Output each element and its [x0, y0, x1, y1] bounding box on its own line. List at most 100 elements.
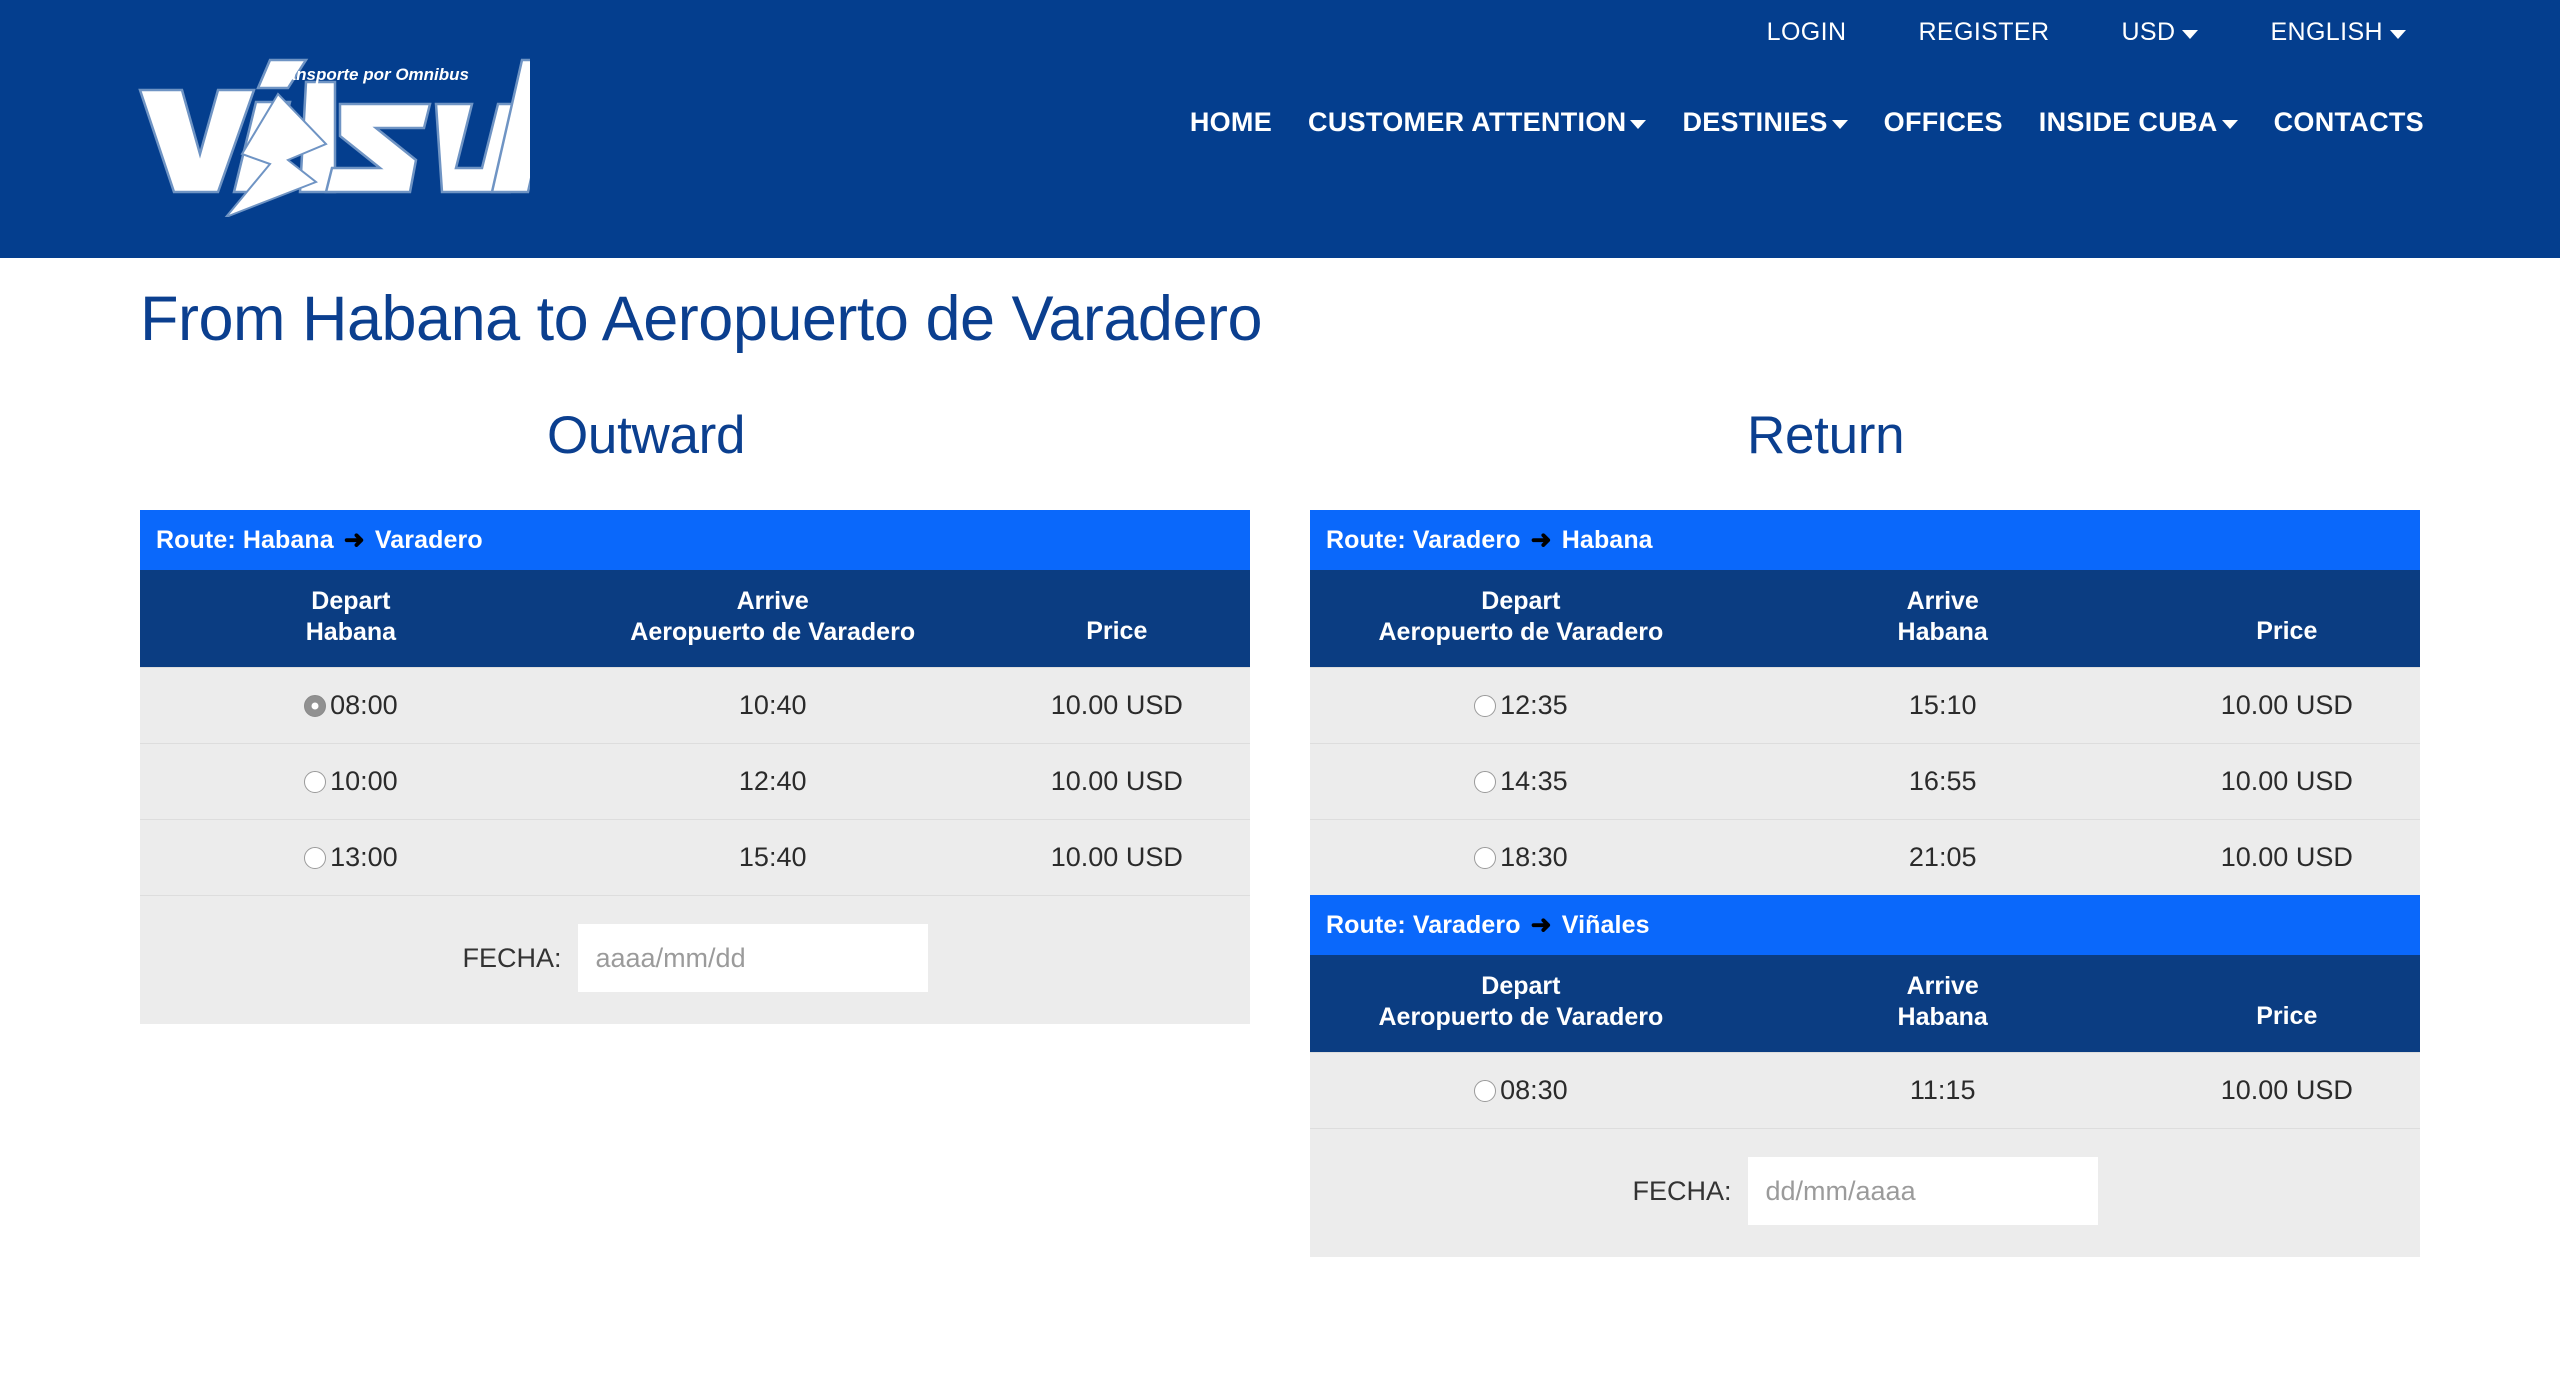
nav-item-inside-cuba[interactable]: INSIDE CUBA — [2021, 95, 2256, 150]
route-destination: Habana — [1561, 526, 1653, 554]
currency-selector[interactable]: USD — [2085, 10, 2234, 55]
column-header-arrive: Arrive Habana — [1731, 955, 2154, 1053]
column-header-arrive-label: Arrive — [1906, 587, 1979, 615]
date-picker-cell: FECHA: — [1310, 1128, 2420, 1257]
column-header-depart-label: Depart — [1481, 587, 1561, 615]
route-bar: Route: Habana ➜ Varadero — [140, 510, 1250, 570]
cell-arrive: 12:40 — [561, 743, 984, 820]
utility-link-register[interactable]: REGISTER — [1882, 10, 2085, 55]
depart-time: 18:30 — [1500, 842, 1568, 872]
cell-depart[interactable]: 10:00 — [140, 743, 562, 820]
language-selector[interactable]: ENGLISH — [2234, 10, 2442, 55]
chevron-down-icon — [1630, 120, 1647, 129]
table-row[interactable]: 18:30 21:05 10.00 USD — [1310, 819, 2420, 895]
site-header: Transporte por Omnibus LOGIN REGISTER US… — [0, 0, 2560, 258]
nav-item-offices[interactable]: OFFICES — [1866, 95, 2021, 150]
outward-date-input[interactable] — [577, 924, 928, 992]
cell-arrive: 21:05 — [1731, 819, 2154, 895]
depart-time: 08:00 — [330, 690, 398, 720]
cell-arrive: 16:55 — [1731, 743, 2154, 820]
return-date-input[interactable] — [1747, 1157, 2098, 1225]
table-row[interactable]: 10:00 12:40 10.00 USD — [140, 743, 1250, 820]
nav-item-home[interactable]: HOME — [1172, 95, 1290, 150]
chevron-down-icon — [2390, 30, 2406, 39]
trip-radio[interactable] — [304, 847, 327, 869]
trip-radio[interactable] — [1474, 695, 1497, 717]
column-header-arrive-label: Arrive — [736, 587, 809, 615]
page-title: From Habana to Aeropuerto de Varadero — [140, 284, 1263, 354]
chevron-down-icon — [2182, 30, 2199, 39]
route-origin: Habana — [242, 526, 334, 554]
column-header-price-label: Price — [1086, 617, 1148, 645]
trip-radio[interactable] — [304, 695, 327, 717]
nav-item-destinies[interactable]: DESTINIES — [1664, 95, 1865, 150]
cell-depart[interactable]: 12:35 — [1310, 667, 1732, 744]
cell-arrive: 10:40 — [561, 667, 984, 744]
route-destination: Varadero — [374, 526, 483, 554]
route-prefix: Route: — [1326, 526, 1406, 554]
column-header-depart-label: Depart — [1481, 972, 1561, 1000]
depart-time: 08:30 — [1500, 1075, 1568, 1105]
outward-schedule-column: Route: Habana ➜ Varadero Depart Habana A… — [140, 510, 1250, 1024]
route-bar-cell: Route: Varadero ➜ Viñales — [1310, 895, 2420, 955]
utility-link-login[interactable]: LOGIN — [1731, 10, 1883, 55]
route-prefix: Route: — [1326, 911, 1406, 939]
outward-heading: Outward — [547, 406, 746, 465]
table-row[interactable]: 14:35 16:55 10.00 USD — [1310, 743, 2420, 820]
trip-radio[interactable] — [1474, 771, 1497, 793]
arrow-right-icon: ➜ — [1530, 526, 1552, 554]
column-header-depart-city: Aeropuerto de Varadero — [1378, 1002, 1664, 1031]
cell-price: 10.00 USD — [983, 743, 1250, 820]
chevron-down-icon — [2221, 120, 2238, 129]
cell-price: 10.00 USD — [2153, 667, 2420, 744]
column-header-arrive: Arrive Habana — [1731, 570, 2154, 668]
cell-depart[interactable]: 18:30 — [1310, 819, 1732, 895]
return-schedule-column: Route: Varadero ➜ Habana Depart Aeropuer… — [1310, 510, 2420, 1257]
viazul-logo[interactable]: Transporte por Omnibus — [130, 42, 530, 217]
route-origin: Varadero — [1412, 911, 1521, 939]
column-header-price-label: Price — [2256, 1002, 2318, 1030]
column-header-depart-label: Depart — [311, 587, 391, 615]
column-header-depart: Depart Aeropuerto de Varadero — [1310, 570, 1732, 668]
return-heading: Return — [1747, 406, 1905, 465]
column-header-arrive-city: Aeropuerto de Varadero — [630, 617, 916, 646]
cell-price: 10.00 USD — [2153, 819, 2420, 895]
outward-schedule-table: Route: Habana ➜ Varadero Depart Habana A… — [140, 510, 1250, 1024]
language-selector-label: ENGLISH — [2270, 18, 2383, 46]
date-label: FECHA: — [1632, 1175, 1732, 1206]
nav-item-offices-label: OFFICES — [1883, 107, 2003, 137]
route-bar: Route: Varadero ➜ Viñales — [1310, 895, 2420, 955]
cell-arrive: 15:10 — [1731, 667, 2154, 744]
cell-depart[interactable]: 08:00 — [140, 667, 562, 744]
nav-item-destinies-label: DESTINIES — [1682, 107, 1828, 137]
depart-time: 13:00 — [330, 842, 398, 872]
cell-depart[interactable]: 13:00 — [140, 819, 562, 896]
table-row[interactable]: 08:30 11:15 10.00 USD — [1310, 1052, 2420, 1129]
route-destination: Viñales — [1561, 911, 1650, 939]
table-row[interactable]: 12:35 15:10 10.00 USD — [1310, 667, 2420, 744]
trip-radio[interactable] — [1474, 1080, 1497, 1102]
nav-item-contacts[interactable]: CONTACTS — [2256, 95, 2442, 150]
date-picker-row: FECHA: — [1310, 1128, 2420, 1257]
depart-time: 12:35 — [1500, 690, 1568, 720]
arrow-right-icon: ➜ — [1530, 911, 1552, 939]
trip-radio[interactable] — [1474, 847, 1497, 869]
column-header-depart: Depart Aeropuerto de Varadero — [1310, 955, 1732, 1053]
cell-depart[interactable]: 14:35 — [1310, 743, 1732, 820]
nav-item-customer-attention[interactable]: CUSTOMER ATTENTION — [1290, 95, 1664, 150]
arrow-right-icon: ➜ — [343, 526, 365, 554]
trip-radio[interactable] — [304, 771, 327, 793]
date-picker-cell: FECHA: — [140, 895, 1250, 1024]
column-header-price: Price — [2153, 955, 2420, 1053]
column-header-depart-city: Aeropuerto de Varadero — [1378, 617, 1664, 646]
table-row[interactable]: 13:00 15:40 10.00 USD — [140, 819, 1250, 896]
table-row[interactable]: 08:00 10:40 10.00 USD — [140, 667, 1250, 744]
return-schedule-table: Route: Varadero ➜ Habana Depart Aeropuer… — [1310, 510, 2420, 1257]
utility-link-login-label: LOGIN — [1766, 18, 1847, 46]
cell-price: 10.00 USD — [2153, 743, 2420, 820]
depart-time: 10:00 — [330, 766, 398, 796]
route-origin: Varadero — [1412, 526, 1521, 554]
chevron-down-icon — [1831, 120, 1848, 129]
cell-depart[interactable]: 08:30 — [1310, 1052, 1732, 1129]
viazul-logo-svg: Transporte por Omnibus — [138, 58, 530, 217]
